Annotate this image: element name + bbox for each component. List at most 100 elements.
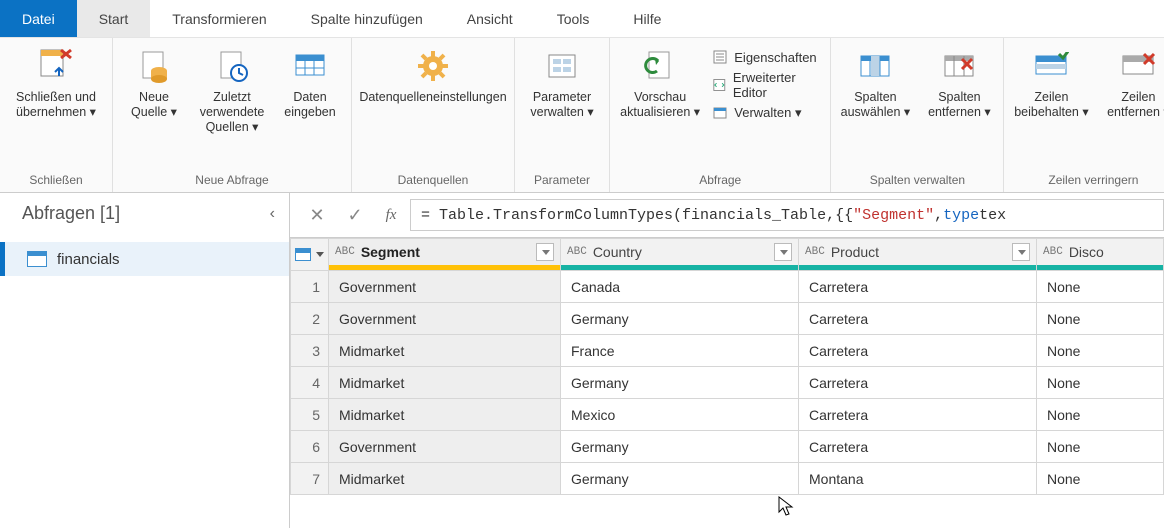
cell[interactable]: None bbox=[1037, 431, 1164, 463]
cell[interactable]: Carretera bbox=[799, 399, 1037, 431]
ribbon-group-query: Vorschau aktualisieren ▾ Eigenschaften E… bbox=[610, 38, 831, 192]
filter-button[interactable] bbox=[536, 243, 554, 261]
recent-sources-button[interactable]: Zuletzt verwendete Quellen ▾ bbox=[197, 42, 267, 135]
cell[interactable]: Germany bbox=[561, 463, 799, 495]
column-header-segment[interactable]: ABC Segment bbox=[329, 239, 561, 271]
row-number[interactable]: 7 bbox=[291, 463, 329, 495]
column-header-disco[interactable]: ABC Disco bbox=[1037, 239, 1164, 271]
query-item-financials[interactable]: financials bbox=[0, 242, 289, 276]
table-row[interactable]: 1GovernmentCanadaCarreteraNone bbox=[291, 271, 1164, 303]
column-header-product[interactable]: ABC Product bbox=[799, 239, 1037, 271]
formula-bar: ✕ ✓ fx = Table.TransformColumnTypes(fina… bbox=[290, 193, 1164, 237]
tab-start[interactable]: Start bbox=[77, 0, 151, 37]
row-number[interactable]: 4 bbox=[291, 367, 329, 399]
cell[interactable]: Germany bbox=[561, 303, 799, 335]
table-row[interactable]: 7MidmarketGermanyMontanaNone bbox=[291, 463, 1164, 495]
table-row[interactable]: 2GovernmentGermanyCarreteraNone bbox=[291, 303, 1164, 335]
cell[interactable]: None bbox=[1037, 335, 1164, 367]
formula-text-kw: type bbox=[943, 207, 979, 224]
cell[interactable]: None bbox=[1037, 303, 1164, 335]
tab-file[interactable]: Datei bbox=[0, 0, 77, 37]
filter-button[interactable] bbox=[774, 243, 792, 261]
cell[interactable]: Montana bbox=[799, 463, 1037, 495]
formula-cancel-button[interactable]: ✕ bbox=[300, 199, 334, 231]
properties-icon bbox=[712, 49, 728, 65]
tab-tools[interactable]: Tools bbox=[535, 0, 612, 37]
refresh-preview-button[interactable]: Vorschau aktualisieren ▾ bbox=[616, 42, 704, 120]
manage-parameters-button[interactable]: Parameter verwalten ▾ bbox=[521, 42, 603, 120]
tab-view[interactable]: Ansicht bbox=[445, 0, 535, 37]
cell[interactable]: Government bbox=[329, 303, 561, 335]
table-row[interactable]: 5MidmarketMexicoCarreteraNone bbox=[291, 399, 1164, 431]
cell[interactable]: Government bbox=[329, 431, 561, 463]
keep-rows-icon bbox=[1031, 46, 1071, 86]
close-and-apply-button[interactable]: Schließen und übernehmen ▾ bbox=[6, 42, 106, 120]
ribbon-group-manage-columns: Spalten auswählen ▾ Spalten entfernen ▾ … bbox=[831, 38, 1004, 192]
filter-button[interactable] bbox=[1012, 243, 1030, 261]
manage-query-button[interactable]: Verwalten ▾ bbox=[712, 102, 824, 124]
cell[interactable]: Government bbox=[329, 271, 561, 303]
collapse-queries-button[interactable]: ‹ bbox=[270, 205, 275, 223]
row-number[interactable]: 5 bbox=[291, 399, 329, 431]
properties-button[interactable]: Eigenschaften bbox=[712, 46, 824, 68]
cell[interactable]: Midmarket bbox=[329, 463, 561, 495]
table-row[interactable]: 4MidmarketGermanyCarreteraNone bbox=[291, 367, 1164, 399]
remove-rows-label: Zeilen entfernen ▾ bbox=[1102, 90, 1164, 120]
column-header-country[interactable]: ABC Country bbox=[561, 239, 799, 271]
refresh-icon bbox=[640, 46, 680, 86]
ribbon-group-close-label: Schließen bbox=[6, 171, 106, 190]
formula-accept-button[interactable]: ✓ bbox=[338, 199, 372, 231]
cell[interactable]: Carretera bbox=[799, 271, 1037, 303]
row-number[interactable]: 2 bbox=[291, 303, 329, 335]
ribbon-group-parameters-label: Parameter bbox=[521, 171, 603, 190]
keep-rows-label: Zeilen beibehalten ▾ bbox=[1012, 90, 1090, 120]
row-number[interactable]: 6 bbox=[291, 431, 329, 463]
cell[interactable]: Carretera bbox=[799, 431, 1037, 463]
data-source-settings-button[interactable]: Datenquelleneinstellungen bbox=[358, 42, 508, 105]
tab-help[interactable]: Hilfe bbox=[611, 0, 683, 37]
choose-columns-button[interactable]: Spalten auswählen ▾ bbox=[837, 42, 913, 120]
remove-columns-label: Spalten entfernen ▾ bbox=[923, 90, 995, 120]
cell[interactable]: France bbox=[561, 335, 799, 367]
cell[interactable]: None bbox=[1037, 271, 1164, 303]
cell[interactable]: Carretera bbox=[799, 303, 1037, 335]
remove-columns-icon bbox=[939, 46, 979, 86]
cell[interactable]: None bbox=[1037, 399, 1164, 431]
choose-columns-icon bbox=[855, 46, 895, 86]
formula-text-tail: tex bbox=[979, 207, 1006, 224]
cell[interactable]: Midmarket bbox=[329, 399, 561, 431]
queries-title: Abfragen [1] bbox=[22, 203, 120, 224]
cell[interactable]: Germany bbox=[561, 367, 799, 399]
cell[interactable]: None bbox=[1037, 463, 1164, 495]
content-row: Abfragen [1] ‹ financials ✕ ✓ fx = Table… bbox=[0, 193, 1164, 528]
cell[interactable]: Carretera bbox=[799, 367, 1037, 399]
row-number-header[interactable] bbox=[291, 239, 329, 271]
row-number[interactable]: 1 bbox=[291, 271, 329, 303]
cell[interactable]: Carretera bbox=[799, 335, 1037, 367]
table-row[interactable]: 3MidmarketFranceCarreteraNone bbox=[291, 335, 1164, 367]
advanced-editor-button[interactable]: Erweiterter Editor bbox=[712, 74, 824, 96]
refresh-preview-label: Vorschau aktualisieren ▾ bbox=[618, 90, 702, 120]
advanced-editor-label: Erweiterter Editor bbox=[733, 70, 825, 100]
keep-rows-button[interactable]: Zeilen beibehalten ▾ bbox=[1010, 42, 1092, 120]
cell[interactable]: None bbox=[1037, 367, 1164, 399]
remove-rows-button[interactable]: Zeilen entfernen ▾ bbox=[1100, 42, 1164, 120]
type-chip: ABC bbox=[1043, 246, 1063, 258]
new-source-button[interactable]: Neue Quelle ▾ bbox=[119, 42, 189, 120]
data-grid: ABC Segment ABC Country bbox=[290, 237, 1164, 528]
remove-columns-button[interactable]: Spalten entfernen ▾ bbox=[921, 42, 997, 120]
cell[interactable]: Midmarket bbox=[329, 367, 561, 399]
tab-transform[interactable]: Transformieren bbox=[150, 0, 288, 37]
tab-add-column[interactable]: Spalte hinzufügen bbox=[289, 0, 445, 37]
cell[interactable]: Canada bbox=[561, 271, 799, 303]
type-chip: ABC bbox=[805, 246, 825, 258]
cell[interactable]: Midmarket bbox=[329, 335, 561, 367]
enter-data-button[interactable]: Daten eingeben bbox=[275, 42, 345, 120]
editor-main: ✕ ✓ fx = Table.TransformColumnTypes(fina… bbox=[290, 193, 1164, 528]
ribbon-group-new-query: Neue Quelle ▾ Zuletzt verwendete Quellen… bbox=[113, 38, 352, 192]
cell[interactable]: Mexico bbox=[561, 399, 799, 431]
table-row[interactable]: 6GovernmentGermanyCarreteraNone bbox=[291, 431, 1164, 463]
formula-input[interactable]: = Table.TransformColumnTypes(financials_… bbox=[410, 199, 1164, 231]
cell[interactable]: Germany bbox=[561, 431, 799, 463]
row-number[interactable]: 3 bbox=[291, 335, 329, 367]
